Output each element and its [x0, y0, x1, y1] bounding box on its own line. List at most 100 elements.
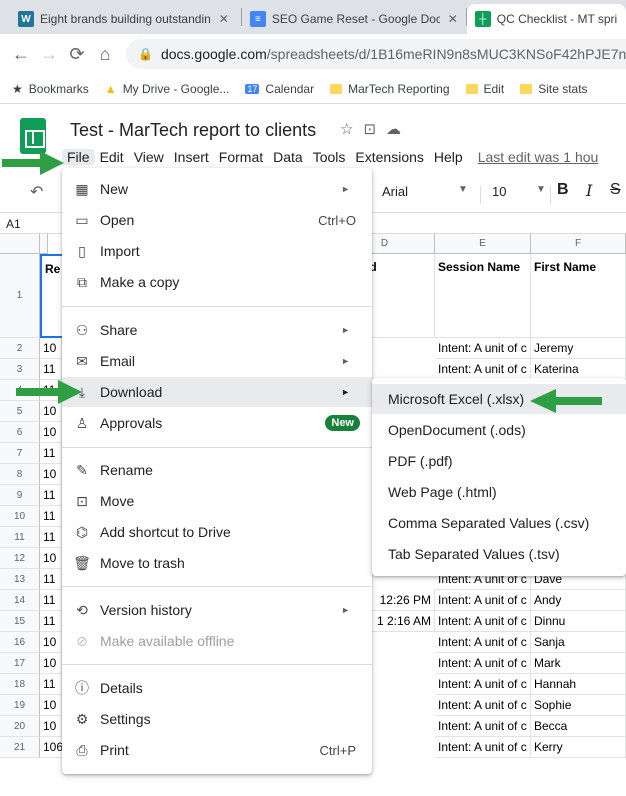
menu-item-rename[interactable]: ✎ Rename: [62, 455, 372, 485]
row-header[interactable]: 6: [0, 422, 40, 443]
menu-tools[interactable]: Tools: [308, 149, 351, 165]
download-pdf[interactable]: PDF (.pdf): [372, 446, 626, 476]
table-cell[interactable]: Katerina: [531, 359, 626, 380]
row-header[interactable]: 15: [0, 611, 40, 632]
download-ods[interactable]: OpenDocument (.ods): [372, 415, 626, 445]
row-header[interactable]: 10: [0, 506, 40, 527]
table-cell[interactable]: 11: [40, 611, 62, 632]
menu-item-details[interactable]: ⓘ Details: [62, 673, 372, 703]
menu-file[interactable]: File: [62, 149, 95, 165]
menu-item-version-history[interactable]: ⟲ Version history ►: [62, 595, 372, 625]
row-header[interactable]: 17: [0, 653, 40, 674]
cell-reference[interactable]: A1: [6, 217, 21, 231]
font-size-select[interactable]: 10: [492, 184, 506, 199]
bookmark-item[interactable]: MarTech Reporting: [330, 82, 450, 96]
bookmark-item[interactable]: ★ Bookmarks: [12, 82, 89, 96]
menu-item-approvals[interactable]: ♙ Approvals New: [62, 408, 372, 438]
download-html[interactable]: Web Page (.html): [372, 477, 626, 507]
row-header[interactable]: 13: [0, 569, 40, 590]
table-cell[interactable]: Intent: A unit of c: [435, 653, 531, 674]
bookmark-item[interactable]: 17 Calendar: [245, 82, 314, 96]
browser-tab[interactable]: W Eight brands building outstandin ✕: [10, 4, 241, 34]
menu-item-new[interactable]: ▦ New ►: [62, 174, 372, 204]
chevron-down-icon[interactable]: ▼: [458, 184, 468, 195]
table-cell[interactable]: Intent: A unit of c: [435, 695, 531, 716]
bookmark-item[interactable]: Site stats: [520, 82, 588, 96]
menu-item-settings[interactable]: ⚙ Settings: [62, 704, 372, 734]
star-icon[interactable]: ☆: [340, 120, 353, 138]
row-header[interactable]: 1: [0, 254, 40, 338]
menu-edit[interactable]: Edit: [95, 149, 129, 165]
header-cell[interactable]: First Name: [531, 254, 626, 338]
table-cell[interactable]: 11: [40, 485, 62, 506]
table-cell[interactable]: 10: [40, 716, 62, 737]
menu-item-add-shortcut[interactable]: ⌬ Add shortcut to Drive: [62, 517, 372, 547]
table-cell[interactable]: Intent: A unit of c: [435, 590, 531, 611]
undo-icon[interactable]: ↶: [30, 182, 43, 202]
forward-icon[interactable]: →: [36, 41, 62, 67]
row-header[interactable]: 14: [0, 590, 40, 611]
reload-icon[interactable]: ⟳: [64, 41, 90, 67]
table-cell[interactable]: 11: [40, 443, 62, 464]
table-cell[interactable]: Sophie: [531, 695, 626, 716]
font-family-select[interactable]: Arial: [382, 184, 408, 199]
italic-button[interactable]: I: [586, 181, 592, 200]
bookmark-item[interactable]: Edit: [465, 82, 504, 96]
last-edit-link[interactable]: Last edit was 1 hou: [478, 149, 599, 165]
strikethrough-button[interactable]: S: [610, 181, 621, 199]
table-cell[interactable]: Intent: A unit of c: [435, 674, 531, 695]
row-header[interactable]: 8: [0, 464, 40, 485]
menu-item-trash[interactable]: 🗑 Move to trash: [62, 548, 372, 578]
table-cell[interactable]: Intent: A unit of c: [435, 359, 531, 380]
menu-item-email[interactable]: ✉ Email ►: [62, 346, 372, 376]
menu-extensions[interactable]: Extensions: [350, 149, 428, 165]
menu-format[interactable]: Format: [214, 149, 268, 165]
menu-item-import[interactable]: ▯ Import: [62, 236, 372, 266]
menu-item-make-copy[interactable]: ⧉ Make a copy: [62, 267, 372, 297]
menu-insert[interactable]: Insert: [169, 149, 214, 165]
table-cell[interactable]: 11: [40, 674, 62, 695]
back-icon[interactable]: ←: [8, 41, 34, 67]
table-cell[interactable]: 10: [40, 422, 62, 443]
column-header-f[interactable]: F: [531, 234, 626, 254]
row-header[interactable]: 21: [0, 737, 40, 758]
table-cell[interactable]: Andy: [531, 590, 626, 611]
menu-item-open[interactable]: ▭ Open Ctrl+O: [62, 205, 372, 235]
row-header[interactable]: 18: [0, 674, 40, 695]
row-header[interactable]: 12: [0, 548, 40, 569]
table-cell[interactable]: 10: [40, 548, 62, 569]
row-header[interactable]: 16: [0, 632, 40, 653]
table-cell[interactable]: 10: [40, 338, 62, 359]
move-folder-icon[interactable]: ⊡: [363, 120, 376, 138]
row-header[interactable]: 9: [0, 485, 40, 506]
table-cell[interactable]: 11: [40, 590, 62, 611]
menu-item-share[interactable]: ⚇ Share ►: [62, 315, 372, 345]
close-icon[interactable]: ✕: [219, 12, 229, 26]
browser-tab[interactable]: ≡ SEO Game Reset - Google Docs ✕: [242, 4, 466, 34]
url-input[interactable]: 🔒 docs.google.com/spreadsheets/d/1B16meR…: [126, 39, 626, 69]
table-cell[interactable]: 10: [40, 653, 62, 674]
table-cell[interactable]: Intent: A unit of c: [435, 716, 531, 737]
row-header[interactable]: 2: [0, 338, 40, 359]
menu-view[interactable]: View: [129, 149, 169, 165]
table-cell[interactable]: 11: [40, 506, 62, 527]
table-cell[interactable]: 11: [40, 569, 62, 590]
close-icon[interactable]: ✕: [448, 12, 458, 26]
menu-item-download[interactable]: ⤓ Download ►: [62, 377, 372, 407]
table-cell[interactable]: 11: [40, 527, 62, 548]
table-cell[interactable]: Jeremy: [531, 338, 626, 359]
row-header[interactable]: 7: [0, 443, 40, 464]
chevron-down-icon[interactable]: ▼: [536, 184, 546, 195]
menu-item-move[interactable]: ⊡ Move: [62, 486, 372, 516]
menu-data[interactable]: Data: [268, 149, 308, 165]
table-cell[interactable]: Intent: A unit of c: [435, 737, 531, 758]
table-cell[interactable]: Kerry: [531, 737, 626, 758]
menu-item-print[interactable]: ⎙ Print Ctrl+P: [62, 735, 372, 765]
table-cell[interactable]: Becca: [531, 716, 626, 737]
table-cell[interactable]: 10: [40, 464, 62, 485]
table-cell[interactable]: Mark: [531, 653, 626, 674]
row-header[interactable]: 20: [0, 716, 40, 737]
column-header[interactable]: [40, 234, 48, 254]
corner-cell[interactable]: [0, 234, 40, 254]
table-cell[interactable]: Intent: A unit of c: [435, 611, 531, 632]
